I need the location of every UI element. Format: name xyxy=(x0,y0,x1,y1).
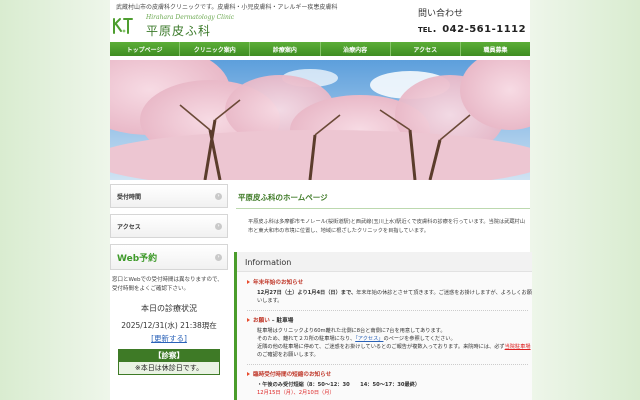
status-message: ※本日は休診日です。 xyxy=(119,362,219,374)
nav-consultation[interactable]: 診療案内 xyxy=(250,42,321,56)
logo-english-name: Hirahara Dermatology Clinic xyxy=(146,14,235,21)
main-navigation: トップページ クリニック案内 診療案内 治療内容 アクセス 職員募集 xyxy=(110,42,530,56)
nav-recruitment[interactable]: 職員募集 xyxy=(461,42,530,56)
sidebar-access-label: アクセス xyxy=(117,223,141,231)
tel-number-text: 042-561-1112 xyxy=(442,24,527,35)
news-item: 臨時受付時間の短縮のお知らせ ・午後のみ受付短縮（8：50〜12：30 14：5… xyxy=(247,370,532,397)
news-title: 年末年始のお知らせ xyxy=(253,280,304,286)
news-text: 駐車場はクリニックより60m離れた北側に8台と南側に7台を用意してあります。 xyxy=(257,328,446,334)
phone-number[interactable]: TEL. 042-561-1112 xyxy=(418,17,526,36)
news-text: 近隣の他の駐車場に停めて、ご迷惑をお掛けしているとのご報告が複数入っております。… xyxy=(257,344,505,350)
news-list: 年末年始のお知らせ 12月27日（土）より1月4日（日）まで、年末年始の休診とさ… xyxy=(237,278,532,397)
status-heading: 【診察】 xyxy=(119,350,219,362)
news-date-range: 12月27日（土）より1月4日（日）まで、 xyxy=(257,290,357,296)
nav-access[interactable]: アクセス xyxy=(391,42,461,56)
news-title-parking: 駐車場 xyxy=(276,318,294,324)
news-item: お願い – 駐車場 駐車場はクリニックより60m離れた北側に8台と南側に7台を用… xyxy=(247,316,532,359)
chevron-right-icon: › xyxy=(215,254,222,261)
news-body: 駐車場はクリニックより60m離れた北側に8台と南側に7台を用意してあります。 そ… xyxy=(253,327,532,359)
sidebar-access-button[interactable]: アクセス › xyxy=(110,214,228,238)
site-tagline: 武蔵村山市の皮膚科クリニックです。皮膚科・小児皮膚科・アレルギー疾患皮膚科 xyxy=(116,4,338,11)
web-reservation-button[interactable]: Web予約 › xyxy=(110,244,228,270)
consultation-status-box: 【診察】 ※本日は休診日です。 xyxy=(118,349,220,375)
page-background-right xyxy=(530,0,640,400)
status-title: 本日の診療状況 xyxy=(141,304,197,313)
intro-text: 平原皮ふ科は多摩都市モノレール(桜街道駅)と西武線(玉川上水)駅近くで皮膚科の診… xyxy=(248,219,525,234)
news-body: 12月27日（土）より1月4日（日）まで、年末年始の休診とさせて頂きます。ご迷惑… xyxy=(253,289,532,305)
news-body: ・午後のみ受付短縮（8：50〜12：30 14：50〜17：30最終） 12月1… xyxy=(253,381,532,397)
sidebar: 受付時間 › アクセス › Web予約 › 窓口とWebでの受付時間は異なります… xyxy=(110,184,228,375)
chevron-right-icon: › xyxy=(215,223,222,230)
news-dates: 12月15日（月）、2月10日（月） xyxy=(257,390,335,396)
news-item: 年末年始のお知らせ 12月27日（土）より1月4日（日）まで、年末年始の休診とさ… xyxy=(247,278,532,305)
reception-hours-note: 窓口とWebでの受付時間は異なりますので、受付時間をよくご確認下さい。 xyxy=(112,277,223,292)
logo-clinic-name[interactable]: 平原皮ふ科 xyxy=(146,22,211,39)
news-title: 臨時受付時間の短縮のお知らせ xyxy=(253,372,332,378)
nav-clinic-info[interactable]: クリニック案内 xyxy=(180,42,251,56)
page-background-left xyxy=(0,0,110,400)
hero-cherry-blossom-image xyxy=(110,60,530,180)
news-title-dash: – xyxy=(271,318,275,324)
page-container: 武蔵村山市の皮膚科クリニックです。皮膚科・小児皮膚科・アレルギー疾患皮膚科 Hi… xyxy=(110,0,532,400)
news-divider xyxy=(247,364,528,365)
information-section: Information 年末年始のお知らせ 12月27日（土）より1月4日（日）… xyxy=(234,252,532,400)
refresh-status-link[interactable]: [更新する] xyxy=(110,333,228,344)
news-text: そのため、離れて２カ所の駐車場になり、 xyxy=(257,336,356,342)
nav-treatment[interactable]: 治療内容 xyxy=(321,42,391,56)
main-content: 平原皮ふ科のホームページ 平原皮ふ科は多摩都市モノレール(桜街道駅)と西武線(玉… xyxy=(234,184,532,400)
news-text: のご確認をお願いします。 xyxy=(257,352,319,358)
web-reservation-label: Web予約 xyxy=(117,253,158,264)
clinic-parking-link[interactable]: 当院駐車場 xyxy=(505,344,531,350)
chevron-right-icon: › xyxy=(215,193,222,200)
news-text: ・午後のみ受付短縮（8：50〜12：30 14：50〜17：30最終） xyxy=(257,382,421,388)
access-page-link[interactable]: 「アクセス」 xyxy=(355,336,383,342)
news-divider xyxy=(247,310,528,311)
news-title-request: お願い xyxy=(253,318,270,324)
tel-prefix: TEL xyxy=(418,26,433,34)
clinic-logo-icon[interactable] xyxy=(110,13,134,37)
sidebar-hours-label: 受付時間 xyxy=(117,193,142,201)
sidebar-hours-button[interactable]: 受付時間 › xyxy=(110,184,228,208)
news-text: のページを参照してください。 xyxy=(383,336,456,342)
status-timestamp: 2025/12/31(水) 21:38現在 xyxy=(121,321,217,330)
information-heading: Information xyxy=(237,252,532,272)
page-title: 平原皮ふ科のホームページ xyxy=(238,193,328,202)
nav-top-page[interactable]: トップページ xyxy=(110,42,181,56)
news-title: お願い – 駐車場 xyxy=(253,316,532,324)
